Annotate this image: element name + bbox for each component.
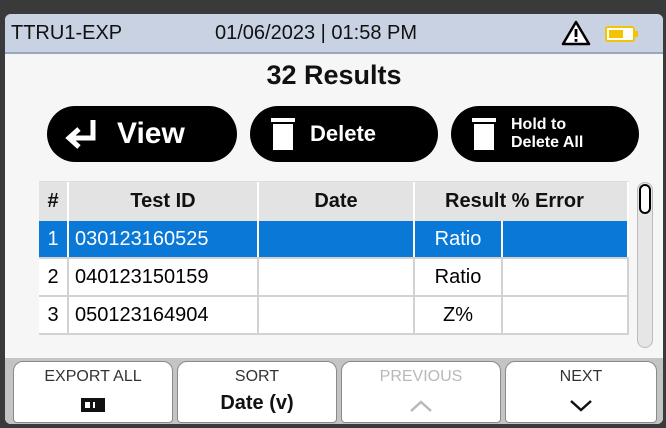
header-result-error[interactable]: Result % Error <box>415 182 629 221</box>
enter-arrow-icon <box>65 120 96 149</box>
trash-icon <box>271 118 295 150</box>
table-row[interactable]: 3 050123164904 Z% <box>39 297 629 335</box>
row-date <box>259 221 415 257</box>
export-all-label: EXPORT ALL <box>44 368 142 385</box>
sort-button[interactable]: SORT Date (v) <box>177 361 337 423</box>
view-button[interactable]: View <box>47 106 237 162</box>
row-test-id: 030123160525 <box>69 221 259 257</box>
next-button[interactable]: NEXT <box>505 361 657 423</box>
header-num[interactable]: # <box>39 182 69 221</box>
hold-line-2: Delete All <box>511 134 584 151</box>
view-label: View <box>117 117 185 150</box>
table-row[interactable]: 1 030123160525 Ratio <box>39 221 629 259</box>
hold-line-1: Hold to <box>511 116 567 133</box>
softkey-bar: EXPORT ALL SORT Date (v) PREVIOUS NEXT <box>5 358 663 424</box>
battery-icon <box>605 26 638 42</box>
previous-label: PREVIOUS <box>379 368 463 385</box>
row-result: Z% <box>415 297 503 333</box>
device-screen: TTRU1-EXP 01/06/2023 | 01:58 PM 32 Resul… <box>5 14 663 424</box>
hold-to-delete-all-button[interactable]: Hold to Delete All <box>451 106 639 162</box>
row-test-id: 050123164904 <box>69 297 259 333</box>
row-error <box>503 297 629 333</box>
warning-triangle-icon <box>561 20 591 46</box>
row-error <box>503 259 629 295</box>
results-table: # Test ID Date Result % Error 1 03012316… <box>39 181 629 349</box>
header-date[interactable]: Date <box>259 182 415 221</box>
usb-icon <box>81 398 105 412</box>
export-all-button[interactable]: EXPORT ALL <box>13 361 173 423</box>
sort-label: SORT <box>234 368 280 385</box>
row-date <box>259 297 415 333</box>
row-num: 1 <box>39 221 69 257</box>
delete-label: Delete <box>310 121 377 146</box>
delete-button[interactable]: Delete <box>250 106 438 162</box>
hold-to-delete-all-label: Hold to Delete All <box>511 116 583 152</box>
date-time: 01/06/2023 | 01:58 PM <box>215 22 418 44</box>
results-count-title: 32 Results <box>266 60 402 90</box>
row-test-id: 040123150159 <box>69 259 259 295</box>
table-scrollbar[interactable] <box>637 182 653 348</box>
header-test-id[interactable]: Test ID <box>69 182 259 221</box>
row-result: Ratio <box>415 221 503 257</box>
table-header: # Test ID Date Result % Error <box>39 181 629 221</box>
row-error <box>503 221 629 257</box>
row-num: 3 <box>39 297 69 333</box>
scrollbar-thumb[interactable] <box>639 184 651 214</box>
status-bar: TTRU1-EXP 01/06/2023 | 01:58 PM <box>5 14 663 54</box>
chevron-down-icon <box>570 400 592 412</box>
previous-button[interactable]: PREVIOUS <box>341 361 501 423</box>
row-result: Ratio <box>415 259 503 295</box>
device-name: TTRU1-EXP <box>11 22 123 44</box>
chevron-up-icon <box>410 400 432 412</box>
trash-icon <box>472 118 496 150</box>
row-num: 2 <box>39 259 69 295</box>
table-row[interactable]: 2 040123150159 Ratio <box>39 259 629 297</box>
next-label: NEXT <box>559 368 603 385</box>
row-date <box>259 259 415 295</box>
sort-value: Date (v) <box>220 392 294 414</box>
